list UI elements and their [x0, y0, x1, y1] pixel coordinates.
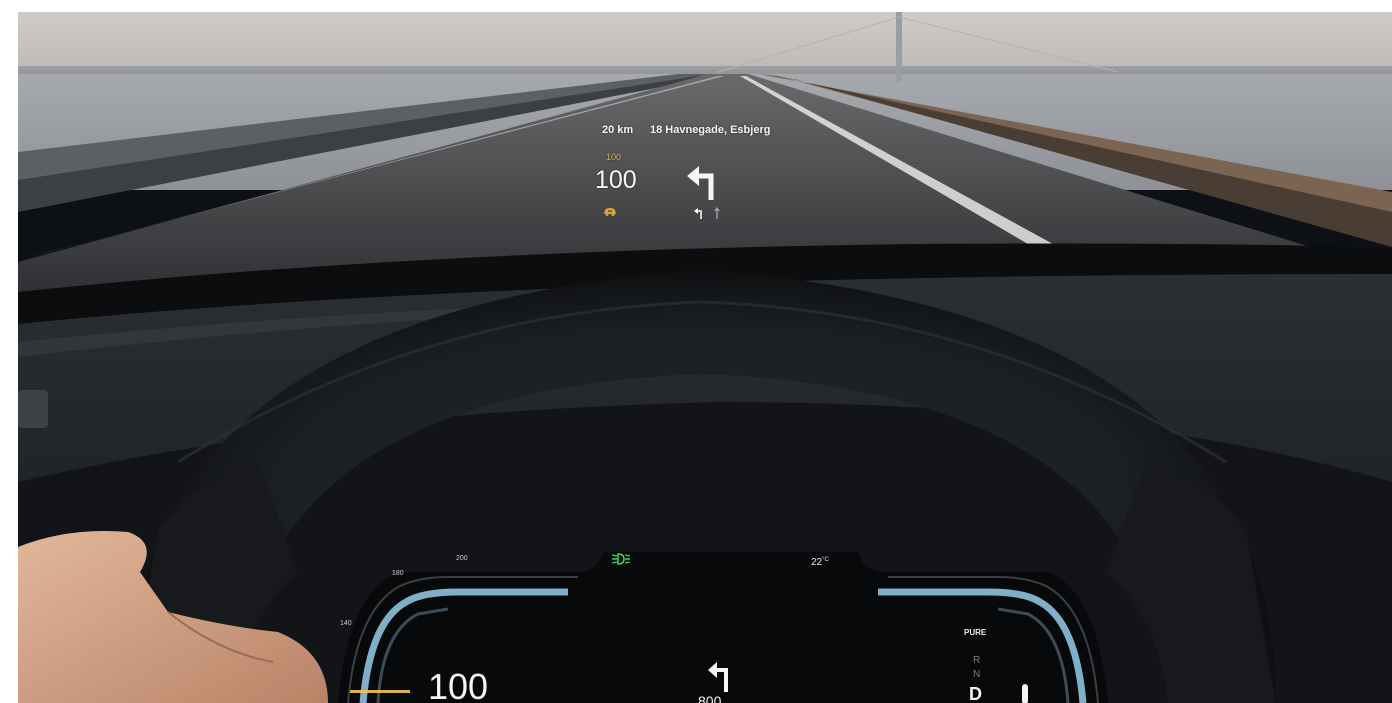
air-vent — [18, 390, 48, 428]
hud-distance: 20 km — [602, 124, 634, 136]
light-indicator-icon — [611, 553, 631, 565]
outside-temperature: 22°C — [811, 557, 829, 568]
cluster-turn-left-arrow-icon — [708, 662, 728, 692]
cluster-speed: 100 — [428, 666, 489, 703]
turn-left-arrow-icon — [687, 166, 714, 200]
battery-level-icon — [1022, 684, 1028, 703]
dial-tick-200: 200 — [456, 555, 468, 562]
lane-straight-icon — [714, 207, 720, 219]
lane-turn-left-icon — [694, 208, 702, 219]
bridge-pylon — [896, 12, 902, 82]
next-turn-distance: 800 — [698, 693, 722, 703]
drive-mode: PURE — [964, 628, 987, 637]
gear-r: R — [973, 655, 981, 666]
dial-tick-140: 140 — [340, 620, 352, 627]
gear-d-active: D — [969, 684, 982, 703]
dial-tick-180: 180 — [392, 570, 404, 577]
speed-needle — [350, 690, 410, 693]
hud-speed: 100 — [595, 166, 637, 194]
hud-destination-address: 18 Havnegade, Esbjerg — [650, 124, 771, 136]
car-assist-icon — [604, 208, 616, 216]
gear-n: N — [973, 669, 981, 680]
temperature-value: 22 — [811, 557, 823, 568]
hud-speed-limit: 100 — [606, 152, 622, 162]
temperature-unit: °C — [822, 557, 829, 563]
car-cockpit-scene: 20 km 18 Havnegade, Esbjerg 100 100 200 … — [18, 12, 1392, 703]
scene-illustration — [18, 12, 1392, 703]
